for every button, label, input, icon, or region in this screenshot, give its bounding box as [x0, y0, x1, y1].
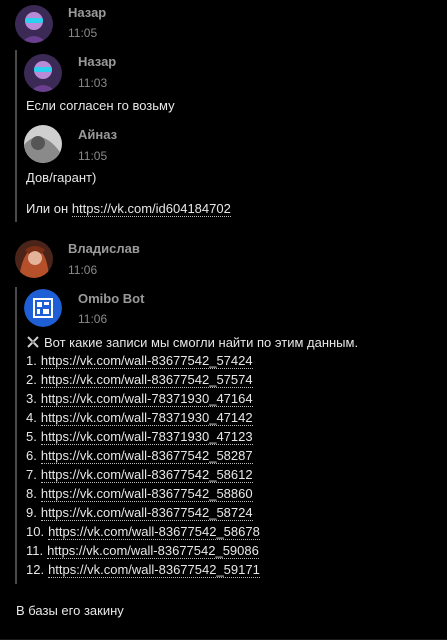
wall-post-link[interactable]: https://vk.com/wall-78371930_47123: [40, 429, 253, 445]
crossed-swords-icon: [26, 335, 40, 349]
list-item: 2. https://vk.com/wall-83677542_57574: [26, 371, 260, 390]
timestamp: 11:03: [78, 76, 108, 90]
list-item-number: 7.: [26, 467, 37, 482]
list-item-number: 1.: [26, 353, 37, 368]
list-item-number: 10.: [26, 524, 45, 539]
list-item: 11. https://vk.com/wall-83677542_59086: [26, 542, 260, 561]
list-item-number: 4.: [26, 410, 37, 425]
list-item: 1. https://vk.com/wall-83677542_57424: [26, 352, 260, 371]
message-text: В базы его закину: [16, 603, 124, 618]
wall-post-link[interactable]: https://vk.com/wall-83677542_57424: [40, 353, 253, 369]
timestamp: 11:06: [68, 263, 98, 277]
list-item-number: 12.: [26, 562, 45, 577]
timestamp: 11:05: [78, 149, 108, 163]
avatar-vladislav[interactable]: [15, 240, 53, 278]
list-item-number: 2.: [26, 372, 37, 387]
list-item: 5. https://vk.com/wall-78371930_47123: [26, 428, 260, 447]
wall-post-link[interactable]: https://vk.com/wall-83677542_59171: [48, 562, 260, 578]
timestamp: 11:06: [78, 312, 108, 326]
list-item-number: 11.: [26, 543, 44, 558]
author-name[interactable]: Omibo Bot: [78, 291, 144, 306]
wall-post-link[interactable]: https://vk.com/wall-83677542_58678: [48, 524, 260, 540]
avatar-nazar[interactable]: [15, 5, 53, 43]
author-name[interactable]: Назар: [78, 54, 116, 69]
wall-post-link[interactable]: https://vk.com/wall-78371930_47142: [40, 410, 253, 426]
list-item: 6. https://vk.com/wall-83677542_58287: [26, 447, 260, 466]
avatar-omibo-bot[interactable]: [24, 289, 62, 327]
list-item: 9. https://vk.com/wall-83677542_58724: [26, 504, 260, 523]
bot-intro-text: Вот какие записи мы смогли найти по этим…: [44, 335, 359, 350]
list-item-number: 8.: [26, 486, 37, 501]
list-item: 3. https://vk.com/wall-78371930_47164: [26, 390, 260, 409]
wall-post-link[interactable]: https://vk.com/wall-83677542_59086: [47, 543, 259, 559]
avatar-nazar-quoted[interactable]: [24, 54, 62, 92]
avatar-ainaz[interactable]: [24, 125, 62, 163]
list-item-number: 5.: [26, 429, 37, 444]
list-item: 4. https://vk.com/wall-78371930_47142: [26, 409, 260, 428]
author-name[interactable]: Айназ: [78, 127, 117, 142]
wall-post-link[interactable]: https://vk.com/wall-83677542_58612: [40, 467, 253, 483]
list-item: 7. https://vk.com/wall-83677542_58612: [26, 466, 260, 485]
message-text: Дов/гарант): [26, 170, 97, 185]
quote-bar: [15, 287, 17, 584]
timestamp: 11:05: [68, 26, 98, 40]
wall-post-link[interactable]: https://vk.com/wall-83677542_58860: [40, 486, 253, 502]
wall-post-link[interactable]: https://vk.com/wall-83677542_58724: [40, 505, 253, 521]
author-name[interactable]: Владислав: [68, 241, 140, 256]
wall-post-link[interactable]: https://vk.com/wall-83677542_57574: [40, 372, 253, 388]
message-text-prefix: Или он: [26, 201, 72, 216]
message-text-with-link: Или он https://vk.com/id604184702: [26, 201, 231, 217]
message-text: Если согласен го возьму: [26, 98, 175, 113]
list-item: 10. https://vk.com/wall-83677542_58678: [26, 523, 260, 542]
wall-post-link[interactable]: https://vk.com/wall-83677542_58287: [40, 448, 253, 464]
list-item-number: 9.: [26, 505, 37, 520]
quote-bar: [15, 50, 17, 222]
profile-link[interactable]: https://vk.com/id604184702: [71, 201, 231, 217]
bot-intro: Вот какие записи мы смогли найти по этим…: [26, 335, 358, 350]
list-item: 12. https://vk.com/wall-83677542_59171: [26, 561, 260, 580]
author-name[interactable]: Назар: [68, 5, 106, 20]
list-item: 8. https://vk.com/wall-83677542_58860: [26, 485, 260, 504]
wall-post-link[interactable]: https://vk.com/wall-78371930_47164: [40, 391, 253, 407]
search-results-list: 1. https://vk.com/wall-83677542_57424 2. ht…: [26, 352, 260, 580]
list-item-number: 6.: [26, 448, 37, 463]
list-item-number: 3.: [26, 391, 37, 406]
